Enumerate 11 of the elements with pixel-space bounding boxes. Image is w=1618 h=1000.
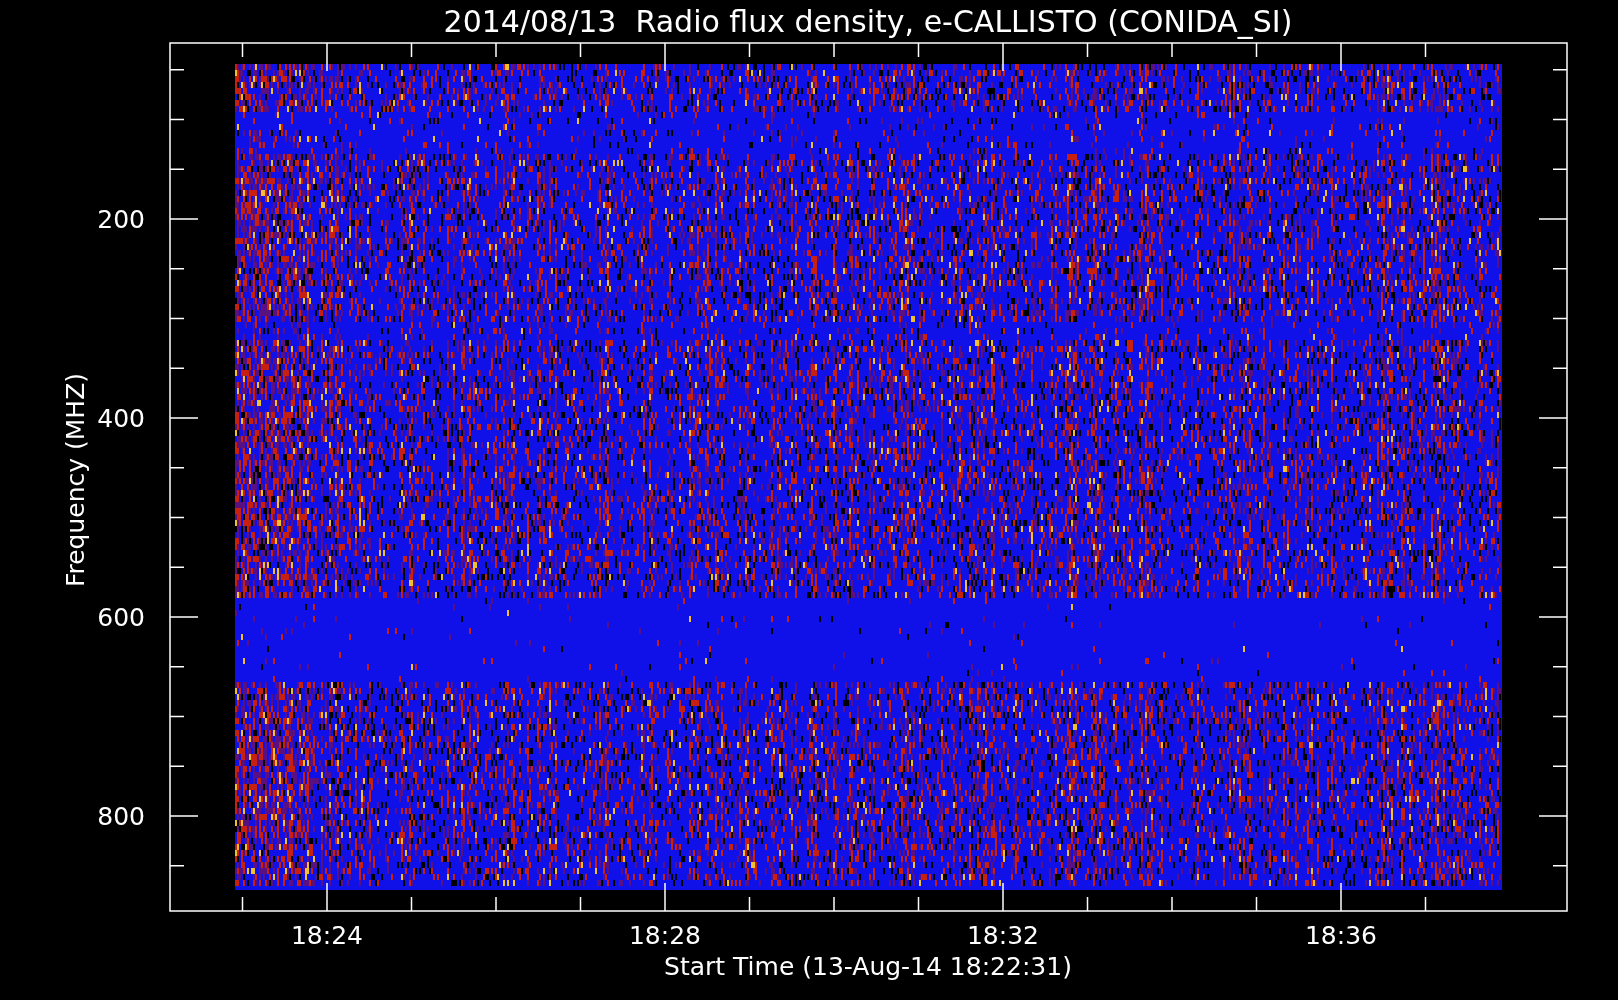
x-tick-label: 18:32: [967, 921, 1039, 950]
y-tick-label: 200: [97, 205, 145, 234]
plot-title: 2014/08/13 Radio flux density, e-CALLISTO (CONIDA_SI): [443, 4, 1293, 39]
y-tick-label: 400: [97, 404, 145, 433]
y-axis-label: Frequency (MHZ): [61, 372, 90, 588]
x-tick-label: 18:28: [629, 921, 701, 950]
y-tick-label: 800: [97, 802, 145, 831]
x-tick-label: 18:36: [1305, 921, 1377, 950]
y-tick-label: 600: [97, 603, 145, 632]
x-axis-label: Start Time (13-Aug-14 18:22:31): [664, 952, 1072, 981]
x-tick-label: 18:24: [291, 921, 363, 950]
